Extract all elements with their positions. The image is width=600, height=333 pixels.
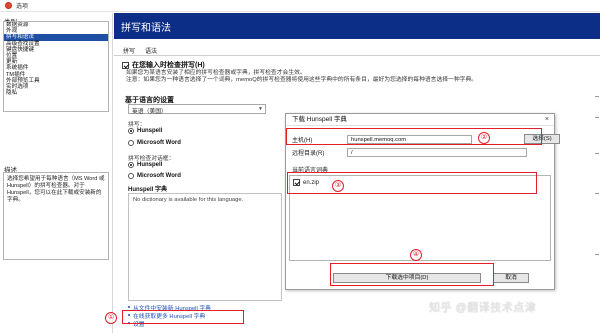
check-as-you-type-option[interactable]: 在您输入时检查拼写(H)	[122, 60, 205, 70]
cancel-button[interactable]: 取消	[493, 273, 529, 283]
radio-button[interactable]	[128, 162, 134, 168]
scroll-tick	[595, 96, 599, 97]
watermark: 知乎 @翻译技术点津	[429, 302, 537, 314]
app-logo-icon	[5, 2, 12, 9]
spell-radio-hunspell-label: Hunspell	[137, 128, 163, 134]
hunspell-dictionary-label: Hunspell 字典	[128, 187, 168, 193]
annotation-badge-3: ③	[332, 180, 344, 192]
bullet-icon	[128, 306, 130, 308]
spell-radio-word-label: Microsoft Word	[137, 140, 181, 146]
grammar-radio-hunspell-label: Hunspell	[137, 162, 163, 168]
check-as-you-type-checkbox[interactable]	[122, 61, 129, 69]
description-text: 选择您希望用于每种语言（MS Word 或 Hunspell）的拼写检查器。对于…	[3, 172, 109, 260]
annotation-box-1	[122, 310, 244, 324]
spell-radio-hunspell[interactable]: Hunspell	[128, 128, 162, 134]
annotation-box-3	[287, 172, 537, 194]
radio-button[interactable]	[128, 173, 134, 179]
radio-button[interactable]	[128, 128, 134, 134]
tab-divider	[114, 55, 600, 56]
window-titlebar: 选项	[0, 0, 600, 12]
grammar-radio-word-label: Microsoft Word	[137, 173, 181, 179]
grammar-radio-word[interactable]: Microsoft Word	[128, 173, 181, 179]
annotation-badge-4: ④	[410, 249, 422, 261]
scroll-tick	[595, 117, 599, 118]
annotation-badge-1: ①	[105, 312, 117, 324]
page-title: 拼写和语法	[114, 13, 600, 39]
scroll-tick	[595, 193, 599, 194]
radio-button[interactable]	[128, 140, 134, 146]
no-dictionary-message: No dictionary is available for this lang…	[133, 197, 244, 203]
remote-dir-input[interactable]: /	[347, 148, 527, 157]
window-title: 选项	[16, 4, 29, 10]
remote-dir-label: 远程目录(R)	[292, 151, 325, 157]
annotation-box-4	[330, 263, 494, 286]
annotation-badge-2: ②	[478, 132, 490, 144]
language-select[interactable]: 英语（美国） ▼	[128, 104, 266, 115]
scroll-tick	[595, 254, 599, 255]
spelling-explanation-line-1: 如果您为某语言安装了相应的拼写检查器或字典，拼写检查才会生效。	[126, 70, 306, 76]
scroll-tick	[595, 153, 599, 154]
chevron-down-icon: ▼	[258, 106, 263, 112]
spell-radio-word[interactable]: Microsoft Word	[128, 140, 181, 146]
hunspell-dictionary-list[interactable]: No dictionary is available for this lang…	[128, 193, 282, 301]
dialog-title: 下载 Hunspell 字典	[292, 116, 347, 123]
check-as-you-type-label: 在您输入时检查拼写(H)	[132, 62, 205, 69]
category-list[interactable]: 数据资源 外观 拼写和语法 高级查找设置 键盘快捷键 位置 更新 系统插件 TM…	[3, 21, 109, 112]
remote-dir-row: 远程目录(R) /	[292, 148, 527, 157]
spell-checker-label: 拼写：	[128, 122, 146, 128]
category-item-privacy[interactable]: 隐私	[4, 90, 108, 96]
spelling-explanation: 如果您为某语言安装了相应的拼写检查器或字典，拼写检查才会生效。 注意：如果您为一…	[126, 70, 596, 84]
dialog-titlebar: 下载 Hunspell 字典 ×	[286, 114, 554, 126]
spelling-explanation-line-2: 注意：如果您为一种语言选择了一个词典，memoQ的拼写检查器将使用这些字典中的所…	[126, 77, 478, 83]
annotation-box-2	[286, 128, 542, 145]
grammar-checker-label: 拼写检查对话框：	[128, 156, 175, 162]
close-icon[interactable]: ×	[545, 114, 549, 126]
language-select-value: 英语（美国）	[132, 109, 167, 115]
grammar-radio-hunspell[interactable]: Hunspell	[128, 162, 162, 168]
